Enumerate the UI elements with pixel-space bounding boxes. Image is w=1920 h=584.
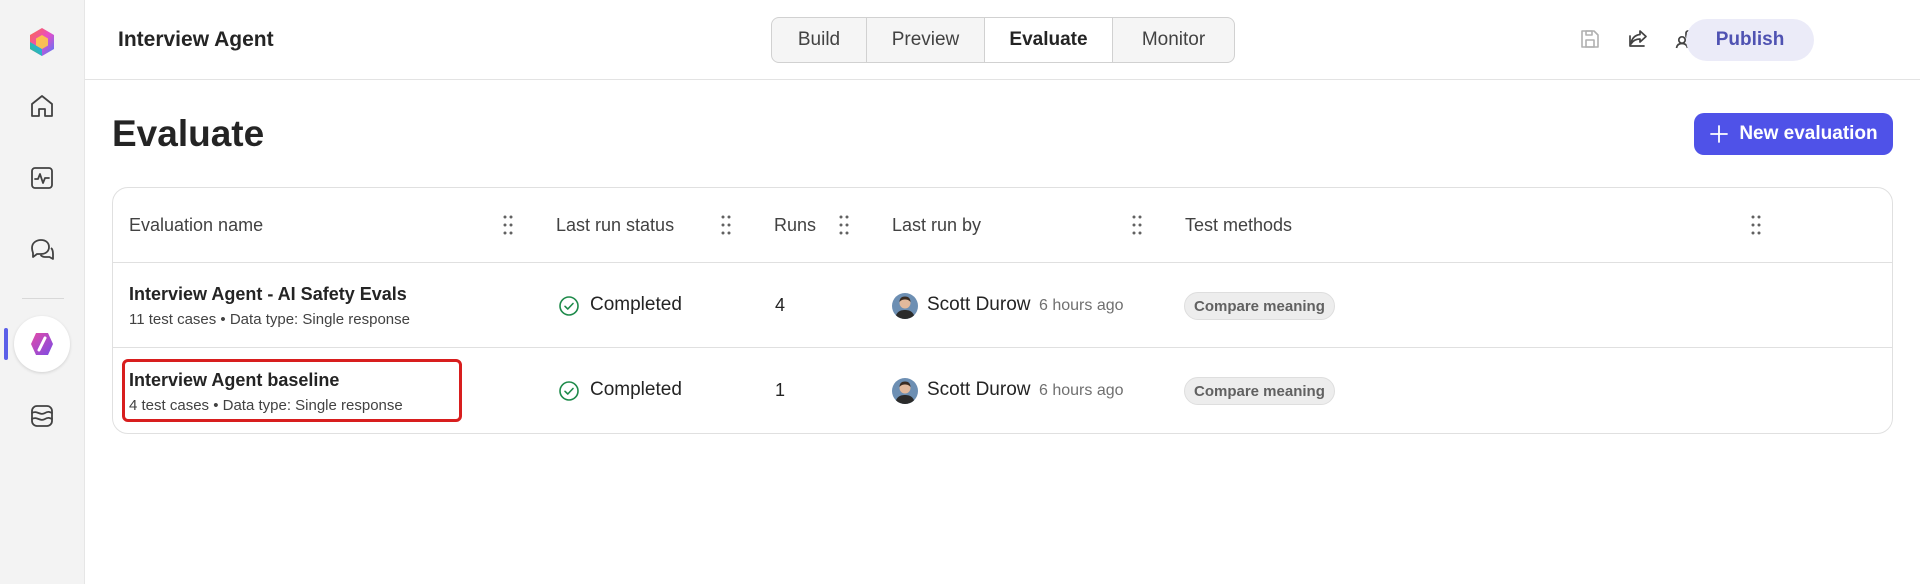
avatar (892, 378, 918, 404)
table-row[interactable]: Interview Agent - AI Safety Evals 11 tes… (113, 263, 1892, 348)
chat-icon[interactable] (14, 222, 70, 278)
run-by-name: Scott Durow (927, 379, 1031, 400)
run-by-name: Scott Durow (927, 294, 1031, 315)
app-title: Interview Agent (118, 28, 274, 51)
evaluation-details: 4 test cases • Data type: Single respons… (129, 397, 403, 414)
agents-icon[interactable] (14, 316, 70, 372)
test-method-badge: Compare meaning (1184, 377, 1335, 405)
app-window: Interview Agent Build Preview Evaluate M… (0, 0, 1920, 584)
avatar (892, 293, 918, 319)
tab-monitor[interactable]: Monitor (1113, 18, 1234, 62)
run-timestamp: 6 hours ago (1039, 297, 1124, 314)
new-evaluation-button[interactable]: New evaluation (1694, 113, 1893, 155)
column-header-last-run-status[interactable]: Last run status (556, 215, 674, 236)
checkmark-circle-icon (559, 381, 579, 401)
status-text: Completed (590, 294, 682, 315)
tab-evaluate[interactable]: Evaluate (985, 18, 1113, 62)
column-resize-grip-icon[interactable] (720, 214, 732, 236)
rail-active-indicator (4, 328, 8, 360)
column-resize-grip-icon[interactable] (838, 214, 850, 236)
evaluation-name[interactable]: Interview Agent baseline (129, 370, 339, 391)
rail-divider (22, 298, 64, 299)
analytics-icon[interactable] (14, 150, 70, 206)
column-header-last-run-by[interactable]: Last run by (892, 215, 981, 236)
column-header-test-methods[interactable]: Test methods (1185, 215, 1292, 236)
tab-preview[interactable]: Preview (867, 18, 985, 62)
share-icon[interactable] (1623, 24, 1653, 54)
run-timestamp: 6 hours ago (1039, 382, 1124, 399)
library-icon[interactable] (14, 388, 70, 444)
column-resize-grip-icon[interactable] (502, 214, 514, 236)
runs-count: 4 (775, 295, 786, 315)
view-tabs: Build Preview Evaluate Monitor (771, 17, 1235, 63)
evaluation-details: 11 test cases • Data type: Single respon… (129, 311, 410, 328)
checkmark-circle-icon (559, 296, 579, 316)
top-bar: Interview Agent Build Preview Evaluate M… (85, 0, 1920, 80)
copilot-logo-icon[interactable] (14, 14, 70, 70)
publish-button[interactable]: Publish (1686, 19, 1814, 61)
new-evaluation-label: New evaluation (1739, 123, 1878, 144)
status-text: Completed (590, 379, 682, 400)
tab-build[interactable]: Build (772, 18, 867, 62)
save-icon[interactable] (1575, 24, 1605, 54)
table-header: Evaluation name Last run status Runs Las… (113, 188, 1892, 263)
column-header-evaluation-name[interactable]: Evaluation name (129, 215, 263, 236)
runs-count: 1 (775, 380, 786, 400)
column-resize-grip-icon[interactable] (1750, 214, 1762, 236)
home-icon[interactable] (14, 78, 70, 134)
evaluations-table: Evaluation name Last run status Runs Las… (112, 187, 1893, 434)
test-method-badge: Compare meaning (1184, 292, 1335, 320)
evaluation-name[interactable]: Interview Agent - AI Safety Evals (129, 284, 407, 305)
column-header-runs[interactable]: Runs (774, 215, 816, 236)
page-title: Evaluate (112, 113, 265, 154)
column-resize-grip-icon[interactable] (1131, 214, 1143, 236)
plus-icon (1710, 125, 1729, 143)
left-rail (0, 0, 85, 584)
table-row[interactable]: Interview Agent baseline 4 test cases • … (113, 349, 1892, 433)
